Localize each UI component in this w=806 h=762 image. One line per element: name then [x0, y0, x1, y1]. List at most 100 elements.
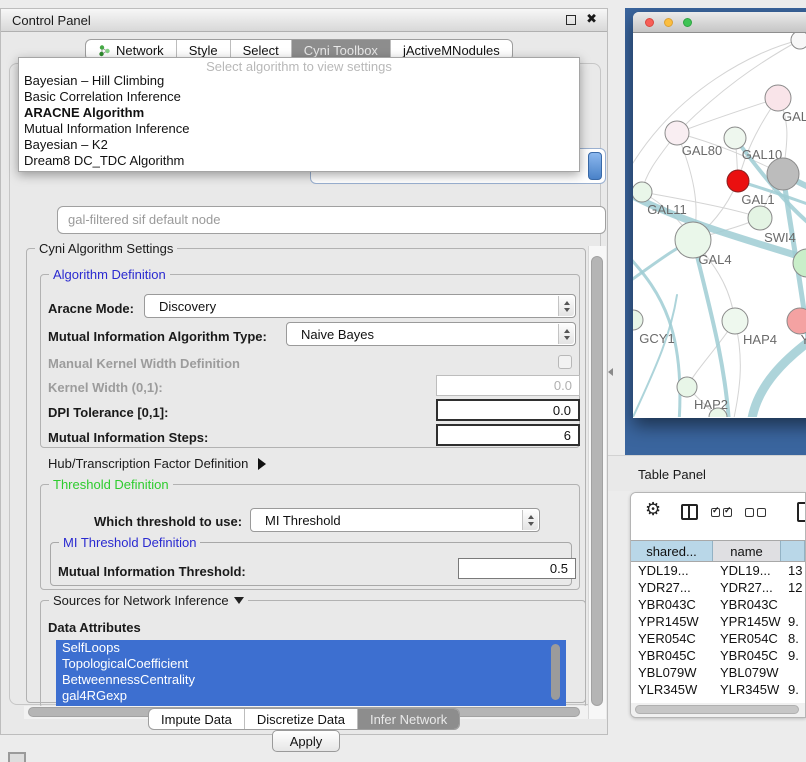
table-row[interactable]: YPR145WYPR145W9.: [631, 613, 805, 630]
node-label-hap4: HAP4: [743, 332, 777, 347]
close-traffic-light[interactable]: [645, 18, 654, 27]
network-node-gal10[interactable]: [724, 127, 746, 149]
network-node-gcy1[interactable]: [633, 310, 643, 330]
apply-button[interactable]: Apply: [272, 730, 340, 752]
mi-type-value: Naive Bayes: [301, 327, 374, 342]
network-source-combobox[interactable]: gal-filtered sif default node: [57, 206, 606, 234]
network-node-y[interactable]: [787, 308, 806, 334]
algorithm-option[interactable]: Bayesian – Hill Climbing: [19, 73, 579, 89]
spinner-arrows-icon[interactable]: [522, 510, 538, 530]
table-row[interactable]: YDL19...YDL19...13: [631, 562, 805, 579]
dpi-tolerance-field[interactable]: 0.0: [436, 399, 580, 421]
table-cell: YBL079W: [713, 664, 781, 681]
kernel-width-field[interactable]: 0.0: [436, 375, 580, 396]
table-panel-header: Table Panel: [608, 455, 806, 491]
attribute-item[interactable]: SelfLoops: [56, 640, 566, 656]
spinner-arrows-icon[interactable]: [558, 296, 574, 316]
vertical-scrollbar-thumb[interactable]: [591, 256, 603, 706]
table-scrollbar-thumb[interactable]: [635, 705, 799, 714]
mi-steps-field[interactable]: 6: [436, 424, 580, 446]
gear-icon[interactable]: ⚙: [645, 499, 661, 520]
network-node[interactable]: [791, 33, 806, 49]
expander-arrow-icon: [258, 458, 266, 470]
network-node-gal80[interactable]: [665, 121, 689, 145]
dpi-tolerance-label: DPI Tolerance [0,1]:: [48, 405, 168, 420]
spinner-arrows-icon[interactable]: [558, 324, 574, 344]
table-row[interactable]: YDR27...YDR27...12: [631, 579, 805, 596]
close-icon[interactable]: ✖: [586, 12, 597, 27]
select-all-checkboxes-icon[interactable]: [711, 508, 732, 517]
column-header[interactable]: name: [713, 541, 781, 561]
float-window-icon[interactable]: [566, 15, 576, 25]
mi-threshold-field[interactable]: 0.5: [458, 558, 576, 579]
table-row[interactable]: YIL052CYIL052C9.: [631, 698, 805, 702]
mi-steps-value: 6: [564, 428, 571, 443]
tab-label: Cyni Toolbox: [304, 43, 378, 58]
algorithm-option[interactable]: Bayesian – K2: [19, 137, 579, 153]
which-threshold-combobox[interactable]: MI Threshold: [250, 508, 540, 532]
mi-steps-label: Mutual Information Steps:: [48, 430, 208, 445]
node-label-swi4: SWI4: [764, 230, 796, 245]
zoom-traffic-light[interactable]: [683, 18, 692, 27]
hub-definition-expander[interactable]: Hub/Transcription Factor Definition: [48, 456, 266, 471]
settings-vertical-scrollbar[interactable]: [588, 246, 606, 719]
aracne-mode-label: Aracne Mode:: [48, 301, 134, 316]
algorithm-option[interactable]: Mutual Information Inference: [19, 121, 579, 137]
minimized-panel-icon[interactable]: [8, 752, 26, 762]
column-header[interactable]: shared...: [631, 541, 713, 561]
table-row[interactable]: YER054CYER054C8.: [631, 630, 805, 647]
deselect-all-checkboxes-icon[interactable]: [745, 508, 766, 517]
table-cell: 9.: [781, 613, 805, 630]
control-panel-titlebar: Control Panel ✖: [1, 9, 607, 32]
network-node-swi4[interactable]: [748, 206, 772, 230]
table-cell: YER054C: [631, 630, 713, 647]
network-node-gal[interactable]: [765, 85, 791, 111]
network-window-titlebar[interactable]: [633, 12, 806, 33]
manual-kernel-label: Manual Kernel Width Definition: [48, 356, 240, 371]
which-threshold-value: MI Threshold: [265, 513, 341, 528]
attribute-item[interactable]: TopologicalCoefficient: [56, 656, 566, 672]
minimize-traffic-light[interactable]: [664, 18, 673, 27]
network-canvas[interactable]: GALGAL80GAL10GAL1GAL11SWI4GAL4GCY1HAP4YH…: [633, 33, 806, 417]
splitter-collapse-icon[interactable]: [608, 368, 613, 376]
data-attributes-list[interactable]: SelfLoopsTopologicalCoefficientBetweenne…: [56, 640, 566, 706]
table-cell: YBR043C: [713, 596, 781, 613]
columns-icon[interactable]: [681, 504, 698, 520]
network-node-hap4[interactable]: [722, 308, 748, 334]
list-scrollbar-thumb[interactable]: [551, 644, 560, 700]
table-row[interactable]: YBR043CYBR043C: [631, 596, 805, 613]
table-cell: YBR045C: [631, 647, 713, 664]
aracne-mode-combobox[interactable]: Discovery: [144, 294, 576, 318]
network-node[interactable]: [767, 158, 799, 190]
table-cell: 8.: [781, 630, 805, 647]
algorithm-dropdown-popup: Select algorithm to view settings Bayesi…: [18, 57, 580, 172]
algorithm-option[interactable]: Basic Correlation Inference: [19, 89, 579, 105]
attribute-item[interactable]: gal4RGexp: [56, 688, 566, 704]
tab-infer-network[interactable]: Infer Network: [357, 709, 459, 729]
sources-group-title[interactable]: Sources for Network Inference: [49, 593, 248, 608]
mi-threshold-definition-title: MI Threshold Definition: [59, 535, 200, 550]
table-row[interactable]: YBL079WYBL079W: [631, 664, 805, 681]
which-threshold-label: Which threshold to use:: [94, 514, 242, 529]
network-node-gal1[interactable]: [727, 170, 749, 192]
column-header[interactable]: [781, 541, 805, 561]
tab-impute-data[interactable]: Impute Data: [149, 709, 244, 729]
dropdown-placeholder: Select algorithm to view settings: [19, 58, 579, 73]
table-cell: 12: [781, 579, 805, 596]
table-horizontal-scrollbar[interactable]: [631, 703, 805, 717]
node-label-gal: GAL: [782, 109, 806, 124]
table-row[interactable]: YLR345WYLR345W9.: [631, 681, 805, 698]
kernel-width-label: Kernel Width (0,1):: [48, 380, 163, 395]
new-table-icon[interactable]: [797, 502, 806, 522]
attribute-item[interactable]: BetweennessCentrality: [56, 672, 566, 688]
network-node-hap2[interactable]: [677, 377, 697, 397]
table-row[interactable]: YBR045CYBR045C9.: [631, 647, 805, 664]
tab-discretize-data[interactable]: Discretize Data: [244, 709, 357, 729]
table-cell: [781, 596, 805, 613]
network-node-gal11[interactable]: [633, 182, 652, 202]
algorithm-option[interactable]: ARACNE Algorithm: [19, 105, 579, 121]
mi-type-combobox[interactable]: Naive Bayes: [286, 322, 576, 346]
algorithm-option[interactable]: Dream8 DC_TDC Algorithm: [19, 153, 579, 169]
manual-kernel-checkbox[interactable]: [558, 355, 572, 369]
network-view-window[interactable]: GALGAL80GAL10GAL1GAL11SWI4GAL4GCY1HAP4YH…: [633, 12, 806, 418]
